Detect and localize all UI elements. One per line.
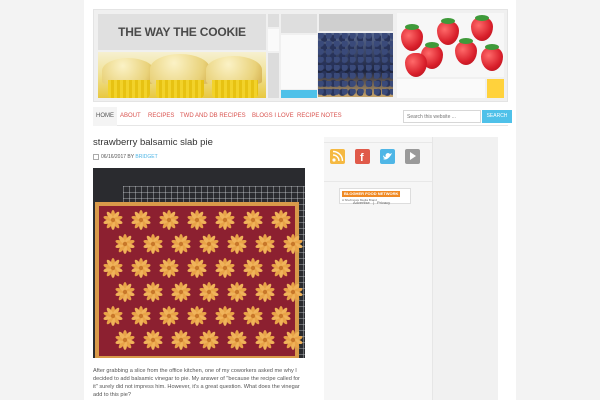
link-separator: |: [372, 200, 374, 205]
header-tile: [319, 14, 393, 31]
calendar-icon: [93, 153, 99, 160]
facebook-icon[interactable]: f: [355, 149, 370, 164]
site-title[interactable]: THE WAY THE COOKIE CRUMBLES: [98, 14, 266, 75]
svg-text:f: f: [360, 152, 364, 164]
nav-item-blogs-i-love[interactable]: BLOGS I LOVE: [249, 107, 297, 126]
nav-item-recipe-notes[interactable]: RECIPE NOTES: [294, 107, 345, 126]
nav-item-twd-db-recipes[interactable]: TWD AND DB RECIPES: [177, 107, 249, 126]
rss-icon[interactable]: [330, 149, 345, 164]
header-tile: [268, 53, 279, 98]
twitter-icon[interactable]: [380, 149, 395, 164]
sidebar-divider: [324, 181, 432, 182]
main-nav: HOME ABOUT RECIPES TWD AND DB RECIPES BL…: [93, 107, 512, 126]
slab-pie-illustration: [93, 168, 305, 358]
sidebar-divider: [324, 142, 432, 143]
post-date: 06/16/2017: [101, 154, 127, 160]
nav-item-recipes[interactable]: RECIPES: [145, 107, 177, 126]
sidebar: f BLOGHER FOOD NETWORK A SheKnows Media …: [324, 137, 432, 400]
ad-links: Advertise | Privacy: [353, 200, 390, 205]
post-author-link[interactable]: BRIDGET: [135, 154, 157, 160]
header-tile: [487, 79, 504, 98]
blogher-logo: BLOGHER FOOD NETWORK: [342, 191, 401, 197]
search-input[interactable]: [403, 110, 481, 123]
muffins-photo: [98, 52, 266, 98]
header-tile: [281, 90, 317, 98]
nav-item-home[interactable]: HOME: [93, 107, 117, 126]
header-tile: [268, 29, 279, 51]
slab-pie-photo: [93, 168, 305, 358]
blueberries-photo: [318, 33, 393, 97]
strawberries-photo: [397, 13, 504, 77]
header-tile: [281, 35, 317, 89]
post-by: BY: [127, 154, 135, 160]
header-tile: [268, 14, 279, 27]
header-banner: THE WAY THE COOKIE CRUMBLES: [93, 9, 508, 102]
site-title-box[interactable]: THE WAY THE COOKIE CRUMBLES: [98, 14, 266, 75]
header-tile: [397, 79, 485, 98]
post-body: After grabbing a slice from the office k…: [93, 368, 300, 398]
nav-item-about[interactable]: ABOUT: [117, 107, 144, 126]
advertise-link[interactable]: Advertise: [353, 200, 370, 205]
pinterest-icon[interactable]: [405, 149, 420, 164]
search-button[interactable]: SEARCH: [482, 110, 512, 123]
post-title[interactable]: strawberry balsamic slab pie: [93, 137, 213, 148]
header-tile: [281, 14, 317, 33]
right-sidebar: [432, 137, 498, 400]
privacy-link[interactable]: Privacy: [377, 200, 390, 205]
post-meta: 06/16/2017 BY BRIDGET: [93, 153, 158, 161]
page: THE WAY THE COOKIE CRUMBLES: [84, 0, 516, 400]
